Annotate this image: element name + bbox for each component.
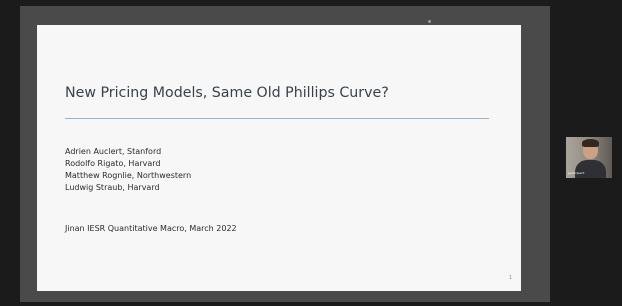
- participant-name-label: participant: [568, 171, 585, 175]
- author-item: Adrien Auclert, Stanford: [65, 147, 162, 156]
- presentation-slide: New Pricing Models, Same Old Phillips Cu…: [37, 25, 521, 291]
- author-item: Ludwig Straub, Harvard: [65, 183, 160, 192]
- slide-page-number: 1: [509, 275, 513, 281]
- slide-title: New Pricing Models, Same Old Phillips Cu…: [65, 85, 389, 101]
- presenter-hair-image: [582, 139, 599, 147]
- author-item: Matthew Rognlie, Northwestern: [65, 171, 192, 180]
- share-indicator-dot: [428, 20, 431, 23]
- author-list: Adrien Auclert, Stanford Rodolfo Rigato,…: [65, 146, 191, 194]
- event-line: Jinan IESR Quantitative Macro, March 202…: [65, 224, 237, 233]
- title-divider: [65, 118, 489, 119]
- presenter-body-image: [575, 160, 606, 178]
- webcam-tile[interactable]: participant: [566, 137, 612, 178]
- author-item: Rodolfo Rigato, Harvard: [65, 159, 161, 168]
